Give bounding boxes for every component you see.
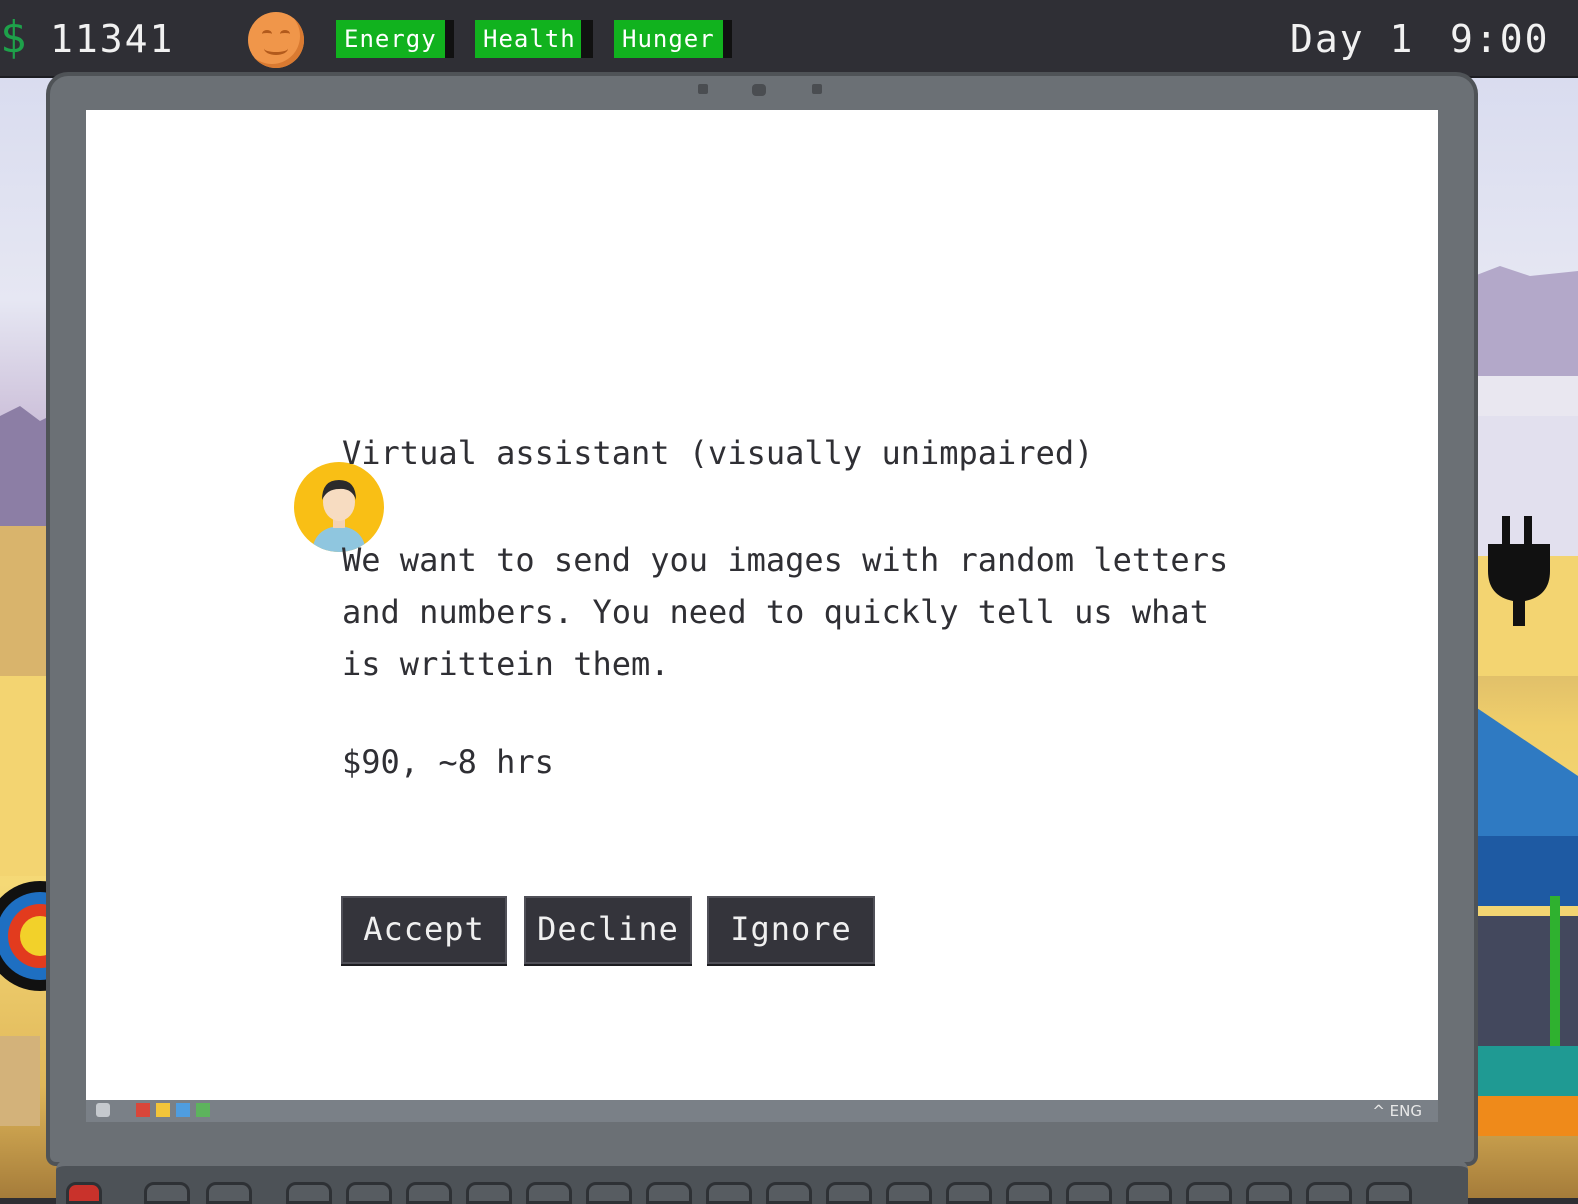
keyboard-key: [586, 1182, 632, 1204]
keyboard-key: [1366, 1182, 1412, 1204]
laptop-frame: Virtual assistant (visually unimpaired) …: [50, 76, 1474, 1162]
keyboard-key: [1306, 1182, 1352, 1204]
keyboard-key: [1246, 1182, 1292, 1204]
folder-icon[interactable]: [156, 1103, 170, 1117]
laptop-keyboard: [56, 1160, 1468, 1204]
status-hud: $ 11341 Energy Health Hunger Day 1 9:00: [0, 0, 1578, 78]
keyboard-key: [646, 1182, 692, 1204]
keyboard-key: [206, 1182, 252, 1204]
keyboard-key: [826, 1182, 872, 1204]
health-label: Health: [483, 25, 576, 53]
keyboard-key: [346, 1182, 392, 1204]
hunger-label: Hunger: [622, 25, 715, 53]
app-icon[interactable]: [136, 1103, 150, 1117]
keyboard-key: [766, 1182, 812, 1204]
job-title: Virtual assistant (visually unimpaired): [342, 434, 1094, 472]
keyboard-key: [946, 1182, 992, 1204]
smiling-face-icon: [248, 12, 304, 68]
keyboard-key: [706, 1182, 752, 1204]
laptop-screen: Virtual assistant (visually unimpaired) …: [86, 110, 1438, 1100]
app-icon[interactable]: [176, 1103, 190, 1117]
power-button[interactable]: [66, 1182, 102, 1204]
day-counter: Day 1: [1290, 17, 1415, 61]
keyboard-key: [886, 1182, 932, 1204]
keyboard-key: [144, 1182, 190, 1204]
game-clock: 9:00: [1450, 17, 1550, 61]
laptop-sensor: [698, 84, 708, 94]
laptop-sensor: [812, 84, 822, 94]
dollar-icon: $: [0, 12, 27, 63]
start-menu-icon[interactable]: [96, 1103, 110, 1117]
keyboard-key: [1186, 1182, 1232, 1204]
taskbar-apps: [96, 1103, 216, 1119]
job-pay: $90, ~8 hrs: [342, 743, 554, 781]
decline-button[interactable]: Decline: [524, 896, 692, 964]
keyboard-key: [286, 1182, 332, 1204]
accept-button[interactable]: Accept: [341, 896, 507, 964]
energy-bar: Energy: [336, 20, 454, 58]
hunger-bar: Hunger: [614, 20, 732, 58]
keyboard-key: [1006, 1182, 1052, 1204]
app-icon[interactable]: [196, 1103, 210, 1117]
energy-label: Energy: [344, 25, 437, 53]
keyboard-key: [1126, 1182, 1172, 1204]
keyboard-key: [1066, 1182, 1112, 1204]
webcam-icon: [752, 84, 766, 96]
keyboard-key: [406, 1182, 452, 1204]
keyboard-key: [466, 1182, 512, 1204]
power-plug-icon: [1488, 516, 1550, 626]
health-bar: Health: [475, 20, 593, 58]
job-description: We want to send you images with random l…: [342, 541, 1229, 683]
money-balance: 11341: [50, 17, 175, 61]
ignore-button[interactable]: Ignore: [707, 896, 875, 964]
taskbar: ^ ENG: [86, 1100, 1438, 1122]
language-indicator[interactable]: ^ ENG: [1372, 1100, 1422, 1122]
keyboard-key: [526, 1182, 572, 1204]
